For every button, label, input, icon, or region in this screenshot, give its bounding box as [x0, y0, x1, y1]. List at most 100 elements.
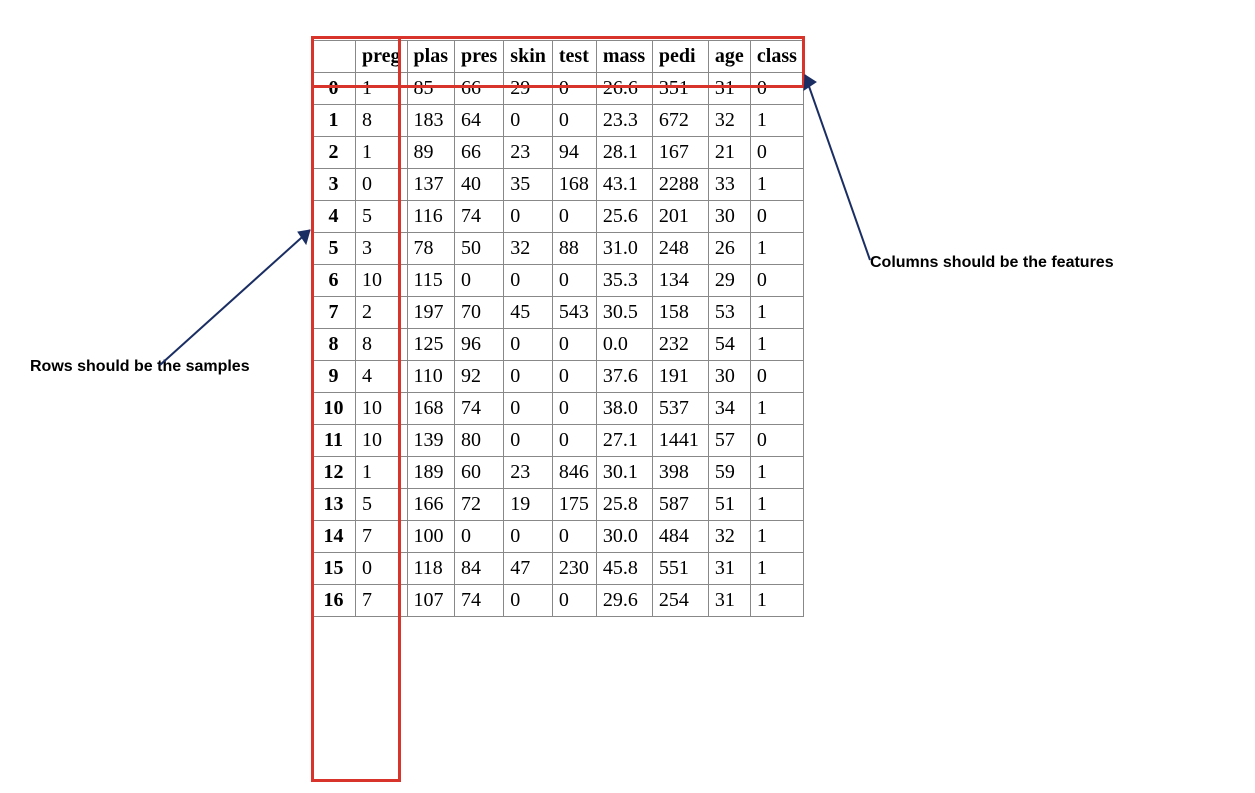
cell-pres: 74 — [454, 393, 503, 425]
cell-class: 1 — [750, 521, 803, 553]
cell-test: 0 — [552, 425, 596, 457]
cell-mass: 38.0 — [596, 393, 652, 425]
row-index-cell: 4 — [312, 201, 356, 233]
cell-age: 31 — [708, 553, 750, 585]
cell-preg: 10 — [356, 393, 408, 425]
cell-mass: 23.3 — [596, 105, 652, 137]
cell-test: 543 — [552, 297, 596, 329]
cell-test: 0 — [552, 265, 596, 297]
cell-skin: 0 — [504, 201, 553, 233]
cell-mass: 25.8 — [596, 489, 652, 521]
header-preg: preg — [356, 41, 408, 73]
cell-pedi: 672 — [652, 105, 708, 137]
cell-skin: 45 — [504, 297, 553, 329]
cell-skin: 0 — [504, 425, 553, 457]
row-index-cell: 9 — [312, 361, 356, 393]
cell-preg: 3 — [356, 233, 408, 265]
cell-pres: 92 — [454, 361, 503, 393]
cell-skin: 0 — [504, 361, 553, 393]
cell-age: 31 — [708, 585, 750, 617]
table-row: 150118844723045.8551311 — [312, 553, 804, 585]
cell-test: 0 — [552, 521, 596, 553]
table-row: 72197704554330.5158531 — [312, 297, 804, 329]
table-row: 135166721917525.8587511 — [312, 489, 804, 521]
cell-preg: 8 — [356, 105, 408, 137]
cell-pedi: 587 — [652, 489, 708, 521]
cell-test: 0 — [552, 73, 596, 105]
cell-pres: 96 — [454, 329, 503, 361]
cell-class: 0 — [750, 361, 803, 393]
cell-age: 31 — [708, 73, 750, 105]
cell-test: 0 — [552, 361, 596, 393]
cell-pedi: 484 — [652, 521, 708, 553]
cell-pedi: 232 — [652, 329, 708, 361]
table-row: 537850328831.0248261 — [312, 233, 804, 265]
cell-plas: 183 — [407, 105, 454, 137]
cell-class: 0 — [750, 137, 803, 169]
cell-pres: 50 — [454, 233, 503, 265]
cell-mass: 0.0 — [596, 329, 652, 361]
row-index-cell: 16 — [312, 585, 356, 617]
header-pres: pres — [454, 41, 503, 73]
row-index-cell: 1 — [312, 105, 356, 137]
header-plas: plas — [407, 41, 454, 73]
row-index-cell: 5 — [312, 233, 356, 265]
cell-skin: 0 — [504, 393, 553, 425]
cell-test: 846 — [552, 457, 596, 489]
cell-skin: 32 — [504, 233, 553, 265]
cell-plas: 85 — [407, 73, 454, 105]
table-row: 45116740025.6201300 — [312, 201, 804, 233]
cell-mass: 37.6 — [596, 361, 652, 393]
header-index-blank — [312, 41, 356, 73]
header-mass: mass — [596, 41, 652, 73]
cell-age: 32 — [708, 105, 750, 137]
cell-skin: 0 — [504, 265, 553, 297]
cell-plas: 137 — [407, 169, 454, 201]
cell-plas: 100 — [407, 521, 454, 553]
cell-pres: 0 — [454, 521, 503, 553]
table-row: 61011500035.3134290 — [312, 265, 804, 297]
cell-skin: 23 — [504, 137, 553, 169]
arrow-cols-icon — [790, 60, 990, 270]
cell-plas: 78 — [407, 233, 454, 265]
cell-pedi: 167 — [652, 137, 708, 169]
cell-age: 59 — [708, 457, 750, 489]
table-row: 1010168740038.0537341 — [312, 393, 804, 425]
row-index-cell: 3 — [312, 169, 356, 201]
table-row: 18183640023.3672321 — [312, 105, 804, 137]
cell-preg: 7 — [356, 521, 408, 553]
cell-age: 30 — [708, 361, 750, 393]
row-index-cell: 2 — [312, 137, 356, 169]
cell-pedi: 254 — [652, 585, 708, 617]
cell-plas: 116 — [407, 201, 454, 233]
cell-pres: 72 — [454, 489, 503, 521]
cell-test: 88 — [552, 233, 596, 265]
cell-pedi: 191 — [652, 361, 708, 393]
cell-preg: 0 — [356, 553, 408, 585]
table-row: 01856629026.6351310 — [312, 73, 804, 105]
cell-mass: 31.0 — [596, 233, 652, 265]
table-row: 14710000030.0484321 — [312, 521, 804, 553]
cell-skin: 19 — [504, 489, 553, 521]
cell-skin: 29 — [504, 73, 553, 105]
cell-age: 33 — [708, 169, 750, 201]
cell-class: 0 — [750, 265, 803, 297]
cell-age: 30 — [708, 201, 750, 233]
cell-pedi: 248 — [652, 233, 708, 265]
cell-plas: 110 — [407, 361, 454, 393]
cell-plas: 107 — [407, 585, 454, 617]
cell-test: 0 — [552, 393, 596, 425]
cell-test: 175 — [552, 489, 596, 521]
cell-age: 26 — [708, 233, 750, 265]
cell-class: 0 — [750, 201, 803, 233]
cell-pres: 74 — [454, 201, 503, 233]
cell-plas: 189 — [407, 457, 454, 489]
cell-age: 53 — [708, 297, 750, 329]
cell-skin: 0 — [504, 105, 553, 137]
cell-mass: 25.6 — [596, 201, 652, 233]
cell-pedi: 158 — [652, 297, 708, 329]
cell-plas: 168 — [407, 393, 454, 425]
cell-pres: 40 — [454, 169, 503, 201]
table-row: 218966239428.1167210 — [312, 137, 804, 169]
cell-pres: 80 — [454, 425, 503, 457]
